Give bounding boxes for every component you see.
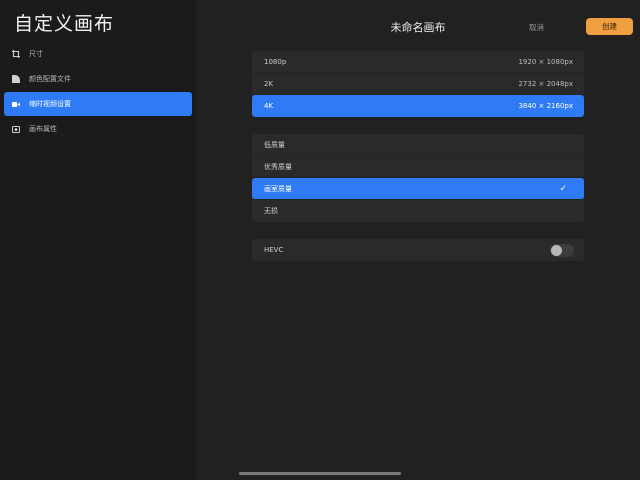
option-label: 1080p [264,57,287,66]
hevc-label: HEVC [264,246,284,254]
sidebar-item-canvas-properties[interactable]: 画布属性 [4,117,192,141]
resolution-option-4k[interactable]: 4K 3840 × 2160px [252,95,584,117]
option-size: 3840 × 2160px [518,102,573,110]
quality-option-lossless[interactable]: 无损 [252,200,584,222]
canvas-properties-icon [12,125,20,133]
sidebar-item-timelapse-settings[interactable]: 缩时视频设置 [4,92,192,116]
sidebar-item-size[interactable]: 尺寸 [4,42,192,66]
option-label: 2K [264,79,274,88]
resolution-group: 1080p 1920 × 1080px 2K 2732 × 2048px 4K … [252,51,584,117]
hevc-group: HEVC [252,239,584,261]
checkmark-icon: ✓ [559,183,567,194]
option-size: 1920 × 1080px [518,57,573,66]
create-button[interactable]: 创建 [586,18,633,35]
sidebar: 自定义画布 尺寸 颜色配置文件 缩时视频设置 画布属性 [0,0,196,480]
sidebar-item-label: 尺寸 [29,50,43,58]
cancel-button[interactable]: 取消 [529,22,544,33]
option-label: 无损 [264,207,278,215]
option-label: 优秀质量 [264,162,292,171]
sidebar-item-label: 缩时视频设置 [29,100,71,108]
resolution-option-1080p[interactable]: 1080p 1920 × 1080px [252,51,584,73]
sidebar-item-color-profile[interactable]: 颜色配置文件 [4,67,192,91]
home-indicator [239,472,401,475]
option-label: 低质量 [264,140,285,149]
resolution-option-2k[interactable]: 2K 2732 × 2048px [252,73,584,95]
option-label: 画室质量 [264,184,292,193]
hevc-row: HEVC [252,239,584,261]
color-profile-icon [12,75,20,83]
video-camera-icon [12,100,20,108]
quality-option-low[interactable]: 低质量 [252,134,584,156]
hevc-toggle[interactable] [550,243,574,257]
option-label: 4K [264,102,274,110]
sidebar-list: 尺寸 颜色配置文件 缩时视频设置 画布属性 [4,42,192,142]
sidebar-item-label: 颜色配置文件 [29,75,71,83]
toggle-knob [551,244,562,256]
crop-icon [12,50,20,58]
sidebar-item-label: 画布属性 [29,125,57,133]
quality-group: 低质量 优秀质量 画室质量 ✓ 无损 [252,134,584,222]
quality-option-good[interactable]: 优秀质量 [252,156,584,178]
canvas-name: 未命名画布 [390,21,446,34]
settings-panel: 未命名画布 取消 创建 1080p 1920 × 1080px 2K 2732 … [196,0,640,480]
option-size: 2732 × 2048px [518,79,573,88]
quality-option-studio[interactable]: 画室质量 ✓ [252,178,584,200]
app-root: 自定义画布 尺寸 颜色配置文件 缩时视频设置 画布属性 未命名画布 取消 创建 … [0,0,640,480]
page-title: 自定义画布 [14,13,115,35]
